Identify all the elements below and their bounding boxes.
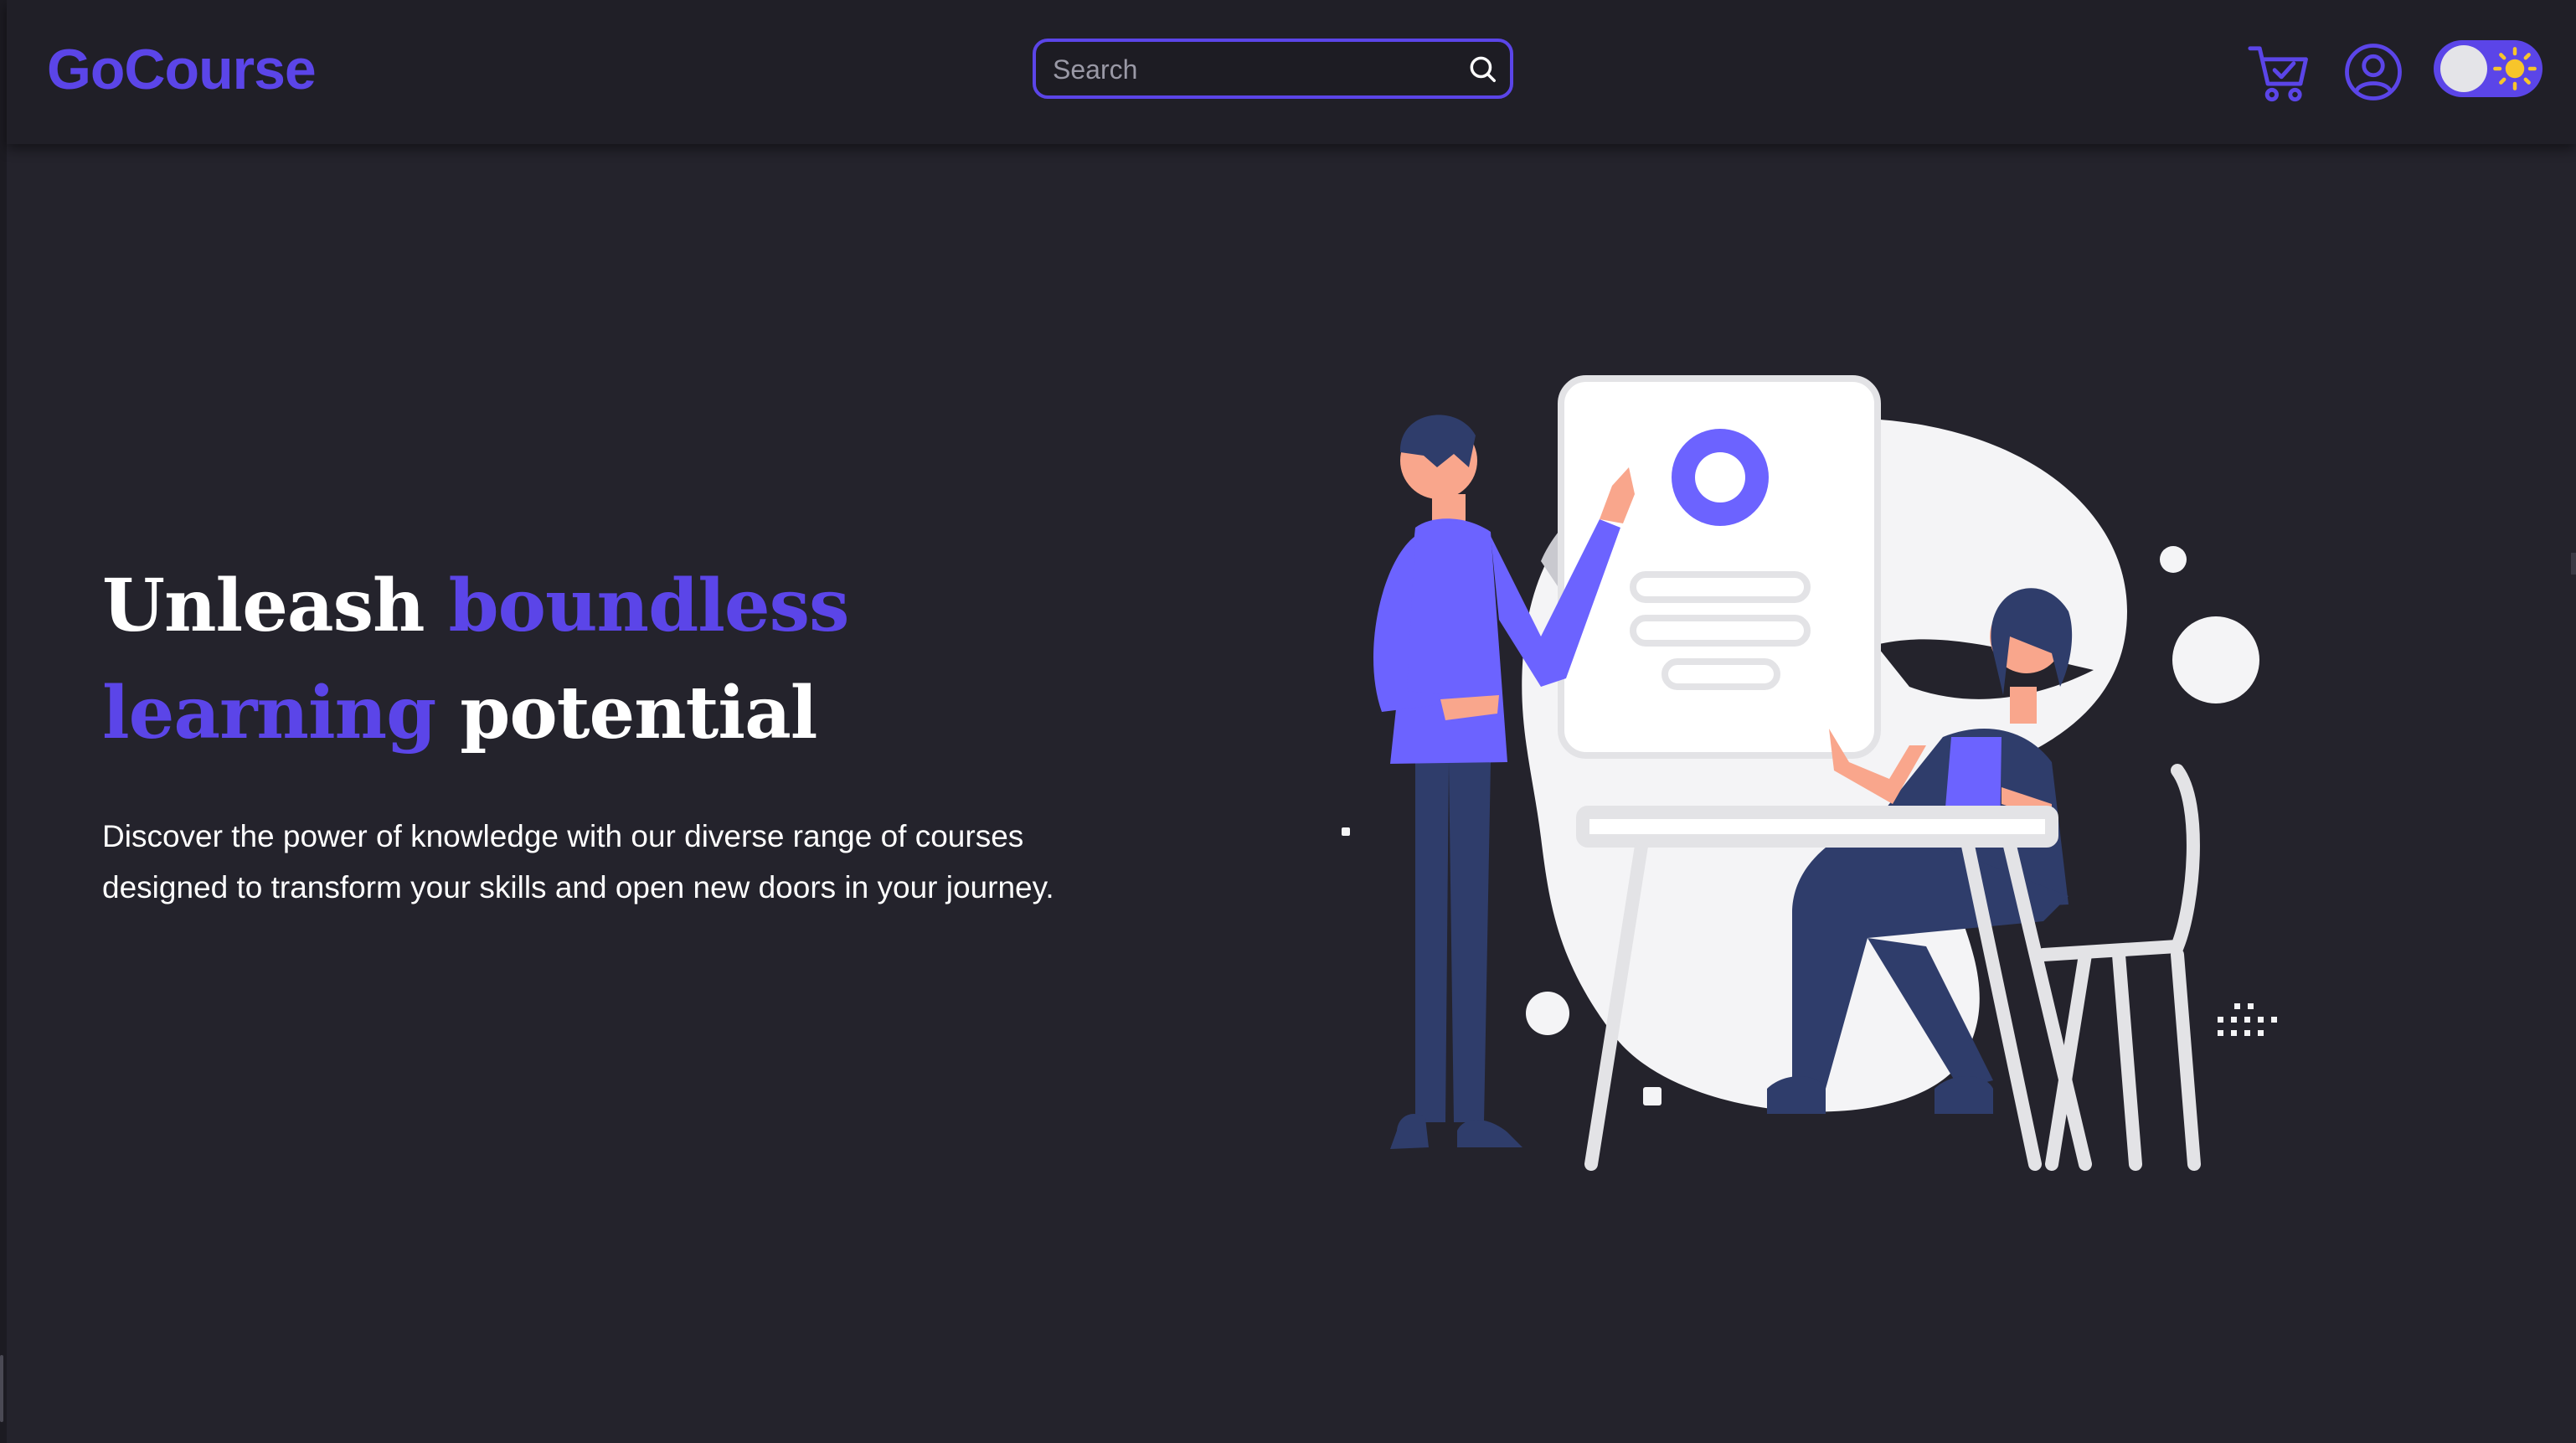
hero-description: Discover the power of knowledge with our…: [102, 819, 1054, 904]
hero-title-part: Unleash: [102, 564, 449, 648]
site-logo[interactable]: GoCourse: [47, 37, 317, 102]
hero-title: Unleash boundless learning potential: [102, 553, 1107, 767]
decor-square: [1643, 1087, 1662, 1105]
decor-circle: [1526, 992, 1569, 1035]
search-bar[interactable]: [1033, 39, 1513, 99]
window-edge-marker: [2571, 553, 2576, 575]
theme-toggle[interactable]: [2434, 40, 2543, 97]
user-icon[interactable]: [2343, 42, 2403, 102]
sun-icon: [2493, 47, 2537, 90]
hero-title-accent: learning: [102, 671, 436, 755]
decor-dot-grid: [2218, 1003, 2277, 1036]
search-input[interactable]: [1051, 50, 1448, 89]
cart-icon[interactable]: [2246, 40, 2311, 106]
scrollbar-indicator[interactable]: [0, 1355, 3, 1422]
hero-title-accent: boundless: [448, 564, 850, 648]
window-edge: [0, 0, 7, 1443]
hero-illustration: [1342, 375, 2277, 1171]
toggle-knob[interactable]: [2440, 45, 2487, 92]
top-navbar: GoCourse: [7, 0, 2576, 144]
decor-circle: [2172, 616, 2259, 703]
decor-dot: [1342, 827, 1350, 836]
search-icon[interactable]: [1466, 53, 1498, 85]
decor-circle: [2160, 546, 2187, 573]
hero-title-part: potential: [435, 671, 817, 755]
